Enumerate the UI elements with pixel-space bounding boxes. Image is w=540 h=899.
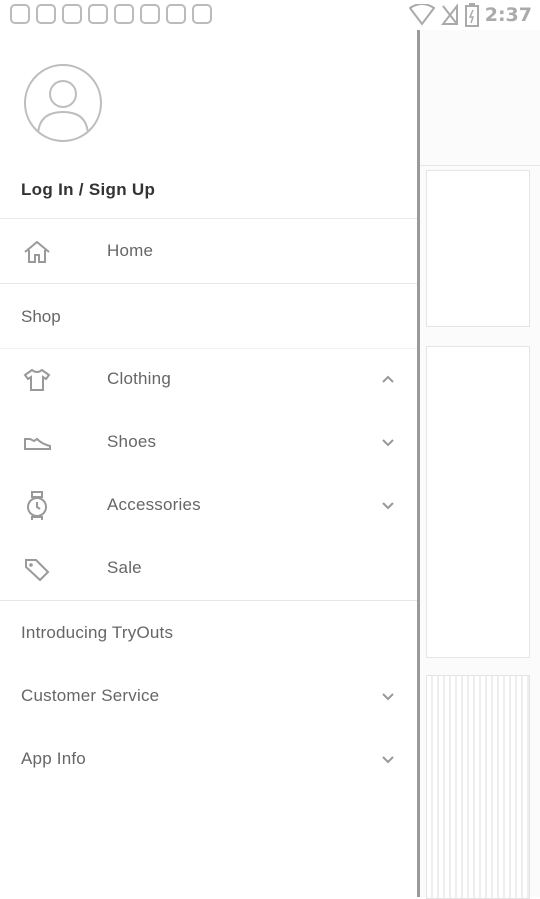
watch-icon — [27, 491, 47, 520]
notification-icon — [114, 4, 134, 24]
facebook-icon — [36, 4, 56, 24]
tag-icon — [25, 559, 50, 581]
product-card — [426, 170, 530, 327]
chevron-down-icon[interactable] — [381, 752, 395, 766]
chevron-down-icon[interactable] — [381, 498, 395, 512]
shoe-icon — [24, 437, 51, 450]
nav-item-label: Sale — [107, 558, 142, 577]
navigation-drawer: Log In / Sign Up Home Shop Clothing Shoe… — [0, 30, 420, 897]
nav-item-label: Accessories — [107, 495, 201, 514]
notification-icon — [62, 4, 82, 24]
nav-item-label: Clothing — [107, 369, 171, 388]
chevron-down-icon[interactable] — [381, 689, 395, 703]
nav-item-label: Shoes — [107, 432, 157, 451]
clock: 2:37 — [484, 4, 532, 26]
chevron-up-icon[interactable] — [381, 372, 395, 386]
nav-item-label: Introducing TryOuts — [21, 623, 174, 642]
chevron-down-icon[interactable] — [381, 435, 395, 449]
android-icon — [192, 4, 212, 24]
wifi-icon — [408, 4, 435, 26]
home-icon — [24, 240, 50, 263]
notification-icons — [10, 4, 212, 24]
background-toolbar — [420, 30, 540, 166]
no-signal-icon — [440, 4, 458, 25]
battery-icon — [464, 3, 479, 27]
section-heading-shop: Shop — [21, 307, 61, 326]
product-card — [426, 346, 530, 658]
nav-item-sale[interactable]: Sale — [0, 537, 417, 600]
notification-icon — [166, 4, 186, 24]
lock-icon — [140, 4, 160, 24]
nav-item-label: App Info — [21, 749, 86, 768]
status-bar: 2:37 — [0, 0, 540, 30]
notification-icon — [10, 4, 30, 24]
login-signup-link[interactable]: Log In / Sign Up — [21, 180, 155, 200]
nav-item-label: Home — [107, 241, 154, 260]
avatar-icon[interactable] — [24, 64, 102, 142]
nav-item-home[interactable]: Home — [0, 220, 417, 283]
shirt-icon — [23, 368, 51, 391]
nav-item-accessories[interactable]: Accessories — [0, 474, 417, 537]
divider — [0, 600, 417, 601]
background-content — [420, 30, 540, 899]
profile-header: Log In / Sign Up — [0, 30, 417, 219]
nav-item-app-info[interactable]: App Info — [0, 728, 417, 791]
nav-item-shoes[interactable]: Shoes — [0, 411, 417, 474]
nav-item-introducing-tryouts[interactable]: Introducing TryOuts — [0, 602, 417, 665]
nav-item-clothing[interactable]: Clothing — [0, 348, 417, 411]
nav-item-label: Customer Service — [21, 686, 160, 705]
product-card — [426, 675, 530, 899]
divider — [0, 283, 417, 284]
nav-item-customer-service[interactable]: Customer Service — [0, 665, 417, 728]
notification-icon — [88, 4, 108, 24]
